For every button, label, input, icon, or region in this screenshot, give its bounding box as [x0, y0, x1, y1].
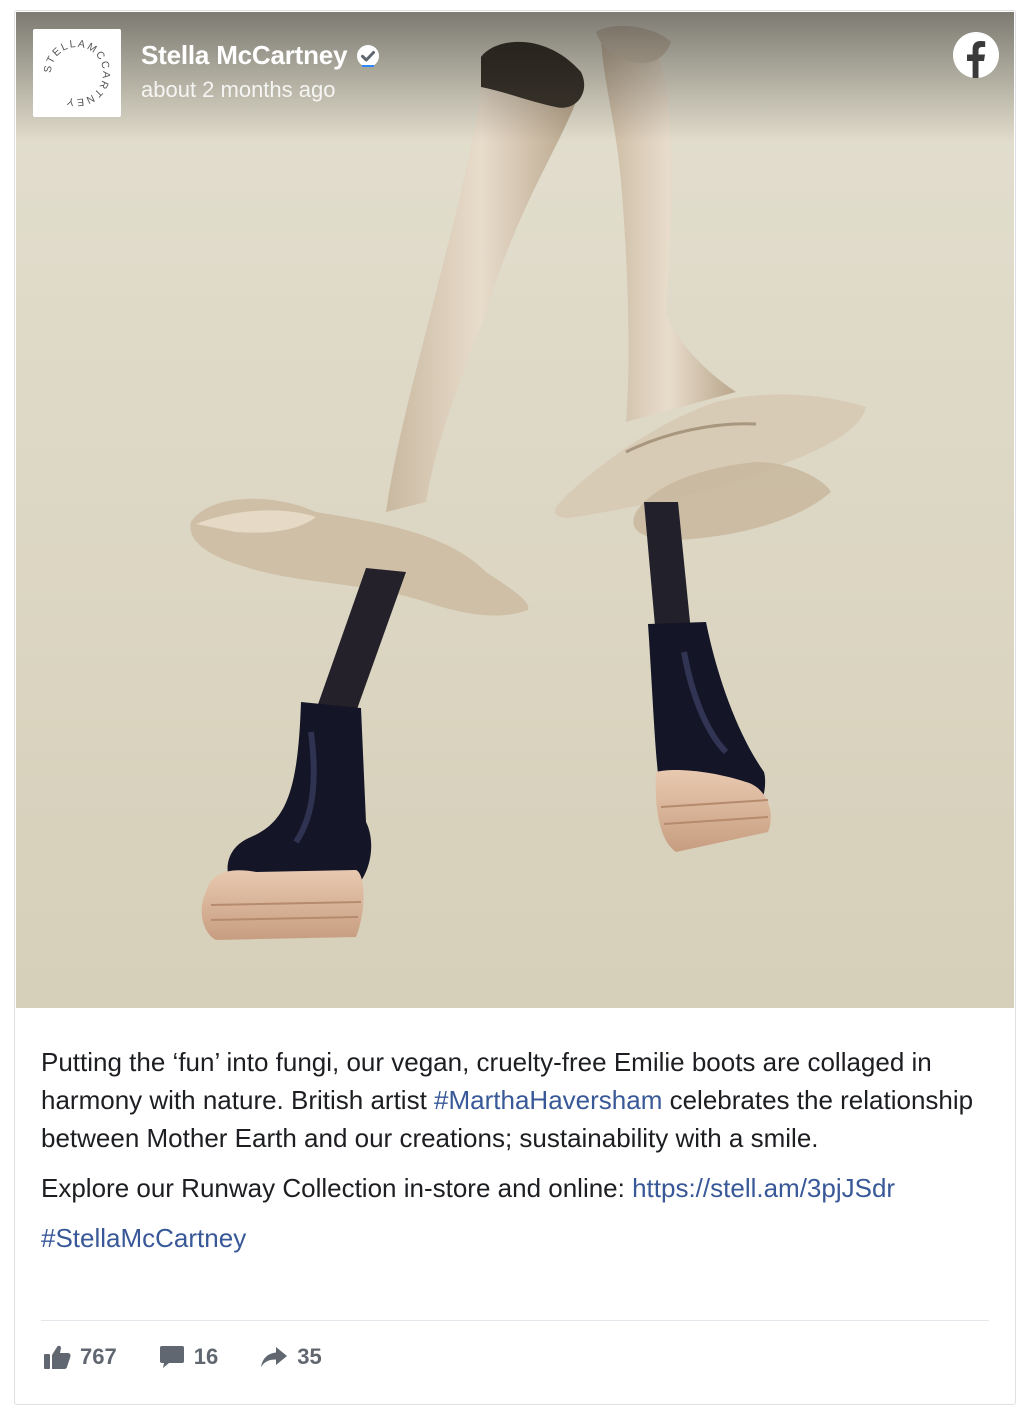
hashtag-martha-haversham[interactable]: #MarthaHaversham — [434, 1085, 662, 1115]
thumbs-up-icon — [44, 1345, 71, 1369]
post-card: STELLAMCCARTNEY Stella McCartney about 2… — [14, 10, 1016, 1405]
mushroom-boots-collage-image — [16, 12, 1014, 1008]
post-timestamp[interactable]: about 2 months ago — [141, 77, 335, 103]
explore-text: Explore our Runway Collection in-store a… — [41, 1173, 633, 1203]
post-paragraph-3: #StellaMcCartney — [41, 1219, 991, 1257]
post-message: Putting the ‘fun’ into fungi, our vegan,… — [41, 1043, 991, 1257]
share-arrow-icon — [261, 1347, 288, 1367]
engagement-stats: 767 16 35 — [43, 1344, 364, 1370]
page-name[interactable]: Stella McCartney — [141, 40, 348, 71]
comment-bubble-icon — [159, 1346, 184, 1368]
comment-count-value: 16 — [193, 1344, 219, 1369]
stats-divider — [41, 1320, 989, 1321]
share-count[interactable]: 35 — [260, 1344, 322, 1370]
hashtag-stella-mccartney[interactable]: #StellaMcCartney — [41, 1223, 246, 1253]
page-name-link[interactable]: Stella McCartney — [141, 40, 381, 71]
page-avatar[interactable]: STELLAMCCARTNEY — [33, 29, 121, 117]
post-photo[interactable]: STELLAMCCARTNEY Stella McCartney about 2… — [16, 12, 1014, 1008]
post-paragraph-1: Putting the ‘fun’ into fungi, our vegan,… — [41, 1043, 991, 1157]
share-count-value: 35 — [297, 1344, 322, 1369]
comment-count[interactable]: 16 — [159, 1344, 218, 1370]
verified-badge-icon — [357, 44, 380, 67]
facebook-icon[interactable] — [952, 31, 1000, 79]
like-count[interactable]: 767 — [43, 1344, 117, 1370]
svg-text:STELLAMCCARTNEY: STELLAMCCARTNEY — [42, 38, 113, 108]
like-count-value: 767 — [80, 1344, 117, 1369]
collection-link[interactable]: https://stell.am/3pjJSdr — [632, 1173, 895, 1203]
stella-mccartney-logo-icon: STELLAMCCARTNEY — [42, 38, 113, 108]
post-paragraph-2: Explore our Runway Collection in-store a… — [41, 1169, 991, 1207]
